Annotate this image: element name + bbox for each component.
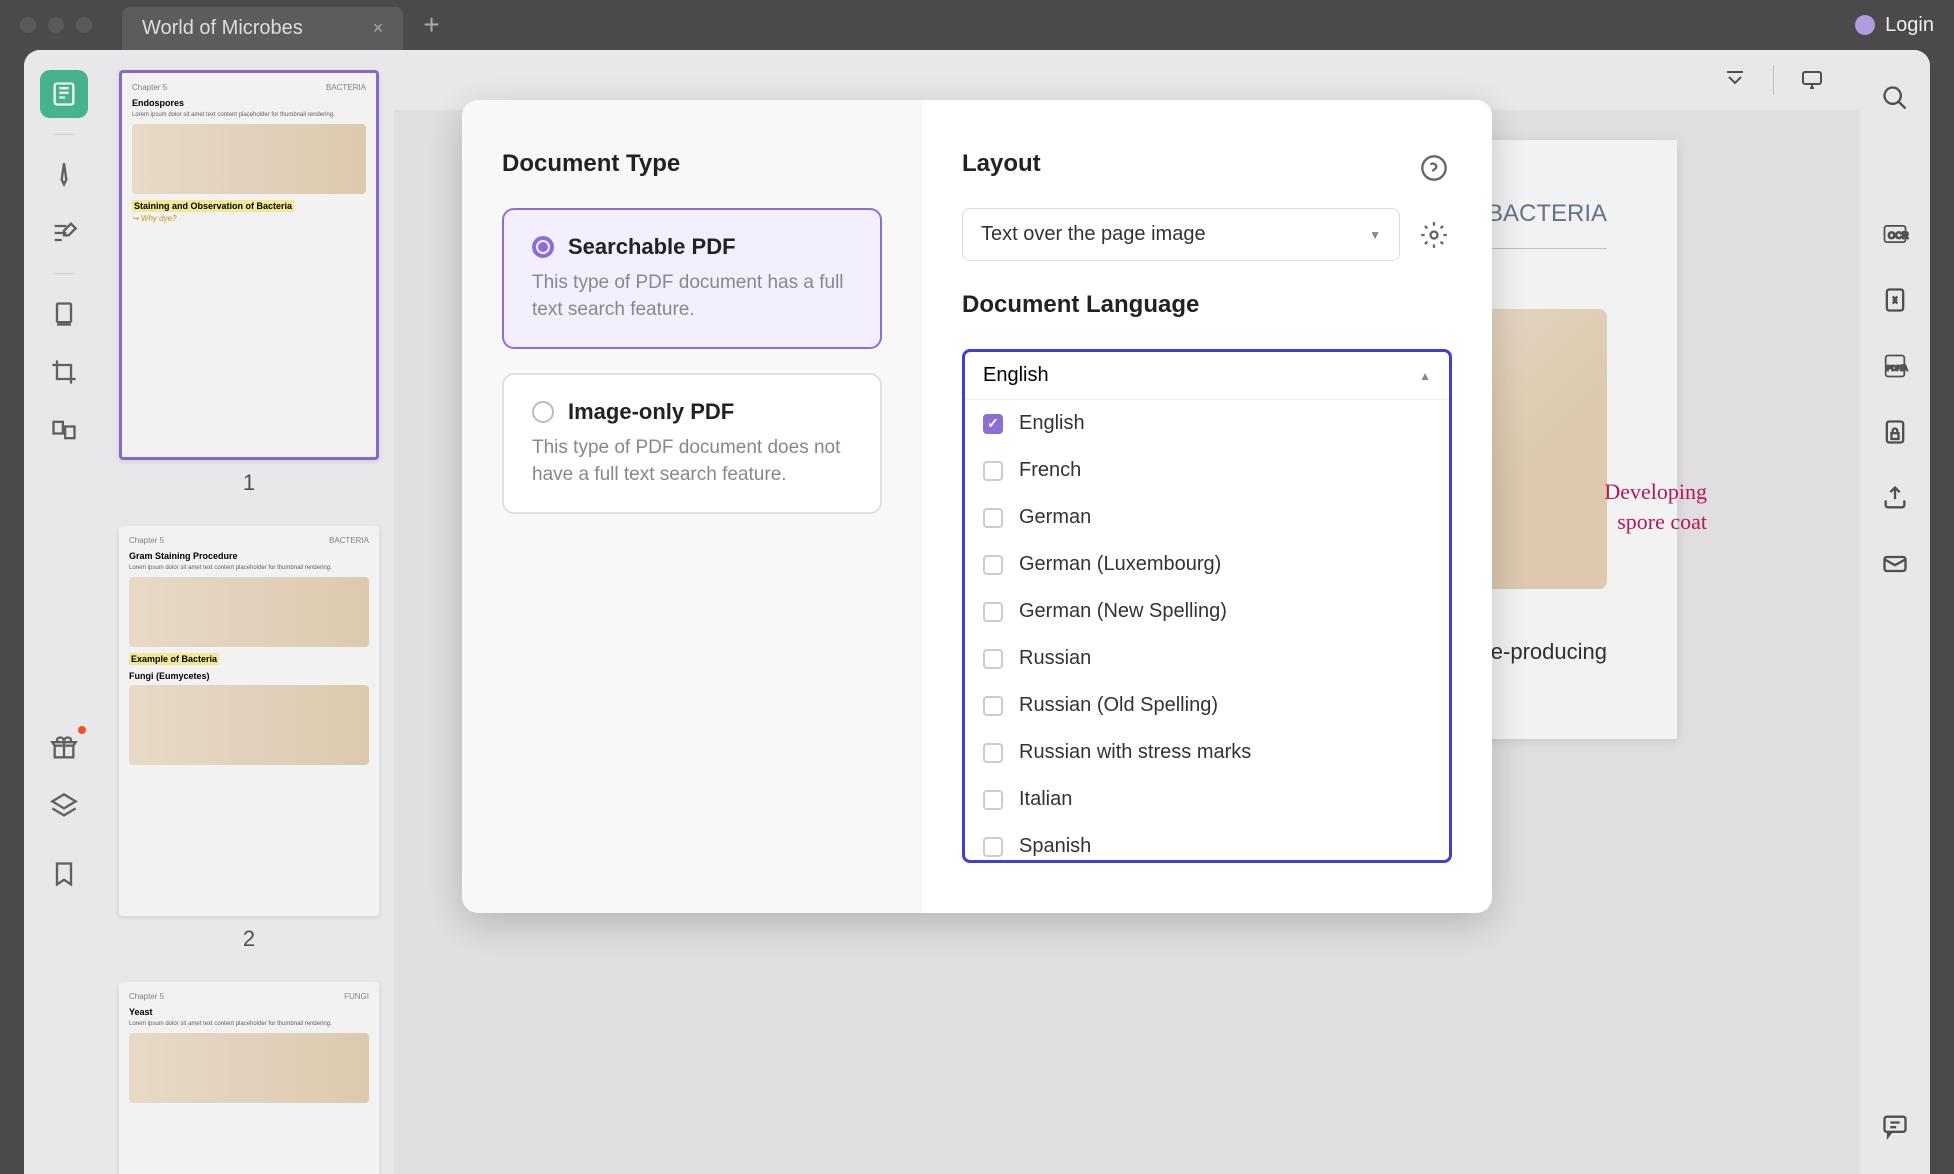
checkbox-icon — [983, 414, 1003, 434]
chevron-up-icon: ▲ — [1419, 369, 1431, 383]
language-dropdown[interactable]: English ▲ English French German German (… — [962, 349, 1452, 863]
layout-value: Text over the page image — [981, 223, 1206, 246]
language-label: English — [1019, 412, 1085, 435]
close-window-button[interactable] — [20, 17, 36, 33]
language-option[interactable]: Italian — [965, 776, 1449, 823]
language-list[interactable]: English French German German (Luxembourg… — [965, 400, 1449, 860]
avatar-icon — [1855, 15, 1875, 35]
checkbox-icon — [983, 743, 1003, 763]
language-label: Spanish — [1019, 835, 1091, 858]
radio-icon — [532, 236, 554, 258]
checkbox-icon — [983, 508, 1003, 528]
option-title: Searchable PDF — [568, 234, 736, 260]
ocr-settings-modal: Document Type Searchable PDF This type o… — [462, 100, 1492, 913]
language-label: German — [1019, 506, 1091, 529]
checkbox-icon — [983, 790, 1003, 810]
checkbox-icon — [983, 602, 1003, 622]
language-selected-value[interactable]: English ▲ — [965, 352, 1449, 400]
login-label: Login — [1885, 14, 1934, 37]
option-description: This type of PDF document does not have … — [532, 435, 852, 488]
window-controls — [20, 17, 92, 33]
help-button[interactable] — [1416, 150, 1452, 186]
radio-icon — [532, 401, 554, 423]
language-option[interactable]: German — [965, 494, 1449, 541]
close-tab-icon[interactable]: × — [373, 18, 384, 39]
language-label: Italian — [1019, 788, 1072, 811]
chevron-down-icon: ▼ — [1369, 228, 1381, 242]
modal-left-panel: Document Type Searchable PDF This type o… — [462, 100, 922, 913]
checkbox-icon — [983, 649, 1003, 669]
option-title: Image-only PDF — [568, 399, 734, 425]
checkbox-icon — [983, 837, 1003, 857]
language-label: Russian (Old Spelling) — [1019, 694, 1218, 717]
language-option[interactable]: German (Luxembourg) — [965, 541, 1449, 588]
language-option[interactable]: Russian with stress marks — [965, 729, 1449, 776]
language-option[interactable]: Spanish — [965, 823, 1449, 860]
modal-right-panel: Layout Text over the page image ▼ Docume… — [922, 100, 1492, 913]
document-tab[interactable]: World of Microbes × — [122, 7, 403, 50]
language-label: Russian — [1019, 647, 1091, 670]
checkbox-icon — [983, 555, 1003, 575]
language-option[interactable]: German (New Spelling) — [965, 588, 1449, 635]
option-description: This type of PDF document has a full tex… — [532, 270, 852, 323]
language-option[interactable]: Russian (Old Spelling) — [965, 682, 1449, 729]
language-option[interactable]: French — [965, 447, 1449, 494]
layout-select[interactable]: Text over the page image ▼ — [962, 208, 1400, 261]
language-option[interactable]: Russian — [965, 635, 1449, 682]
main-window: Chapter 5BACTERIA Endospores Lorem ipsum… — [24, 50, 1930, 1174]
language-label: French — [1019, 459, 1081, 482]
language-heading: Document Language — [962, 291, 1452, 319]
language-option[interactable]: English — [965, 400, 1449, 447]
layout-settings-button[interactable] — [1416, 217, 1452, 253]
language-label: German (Luxembourg) — [1019, 553, 1221, 576]
language-label: Russian with stress marks — [1019, 741, 1251, 764]
titlebar: World of Microbes × + Login — [0, 0, 1954, 50]
new-tab-button[interactable]: + — [423, 9, 439, 41]
checkbox-icon — [983, 696, 1003, 716]
maximize-window-button[interactable] — [76, 17, 92, 33]
tab-title: World of Microbes — [142, 17, 303, 40]
login-button[interactable]: Login — [1855, 14, 1934, 37]
language-label: German (New Spelling) — [1019, 600, 1227, 623]
checkbox-icon — [983, 461, 1003, 481]
document-type-option[interactable]: Image-only PDF This type of PDF document… — [502, 373, 882, 514]
layout-heading: Layout — [962, 150, 1452, 178]
document-type-option[interactable]: Searchable PDF This type of PDF document… — [502, 208, 882, 349]
minimize-window-button[interactable] — [48, 17, 64, 33]
document-type-heading: Document Type — [502, 150, 882, 178]
modal-overlay[interactable]: Document Type Searchable PDF This type o… — [24, 50, 1930, 1174]
